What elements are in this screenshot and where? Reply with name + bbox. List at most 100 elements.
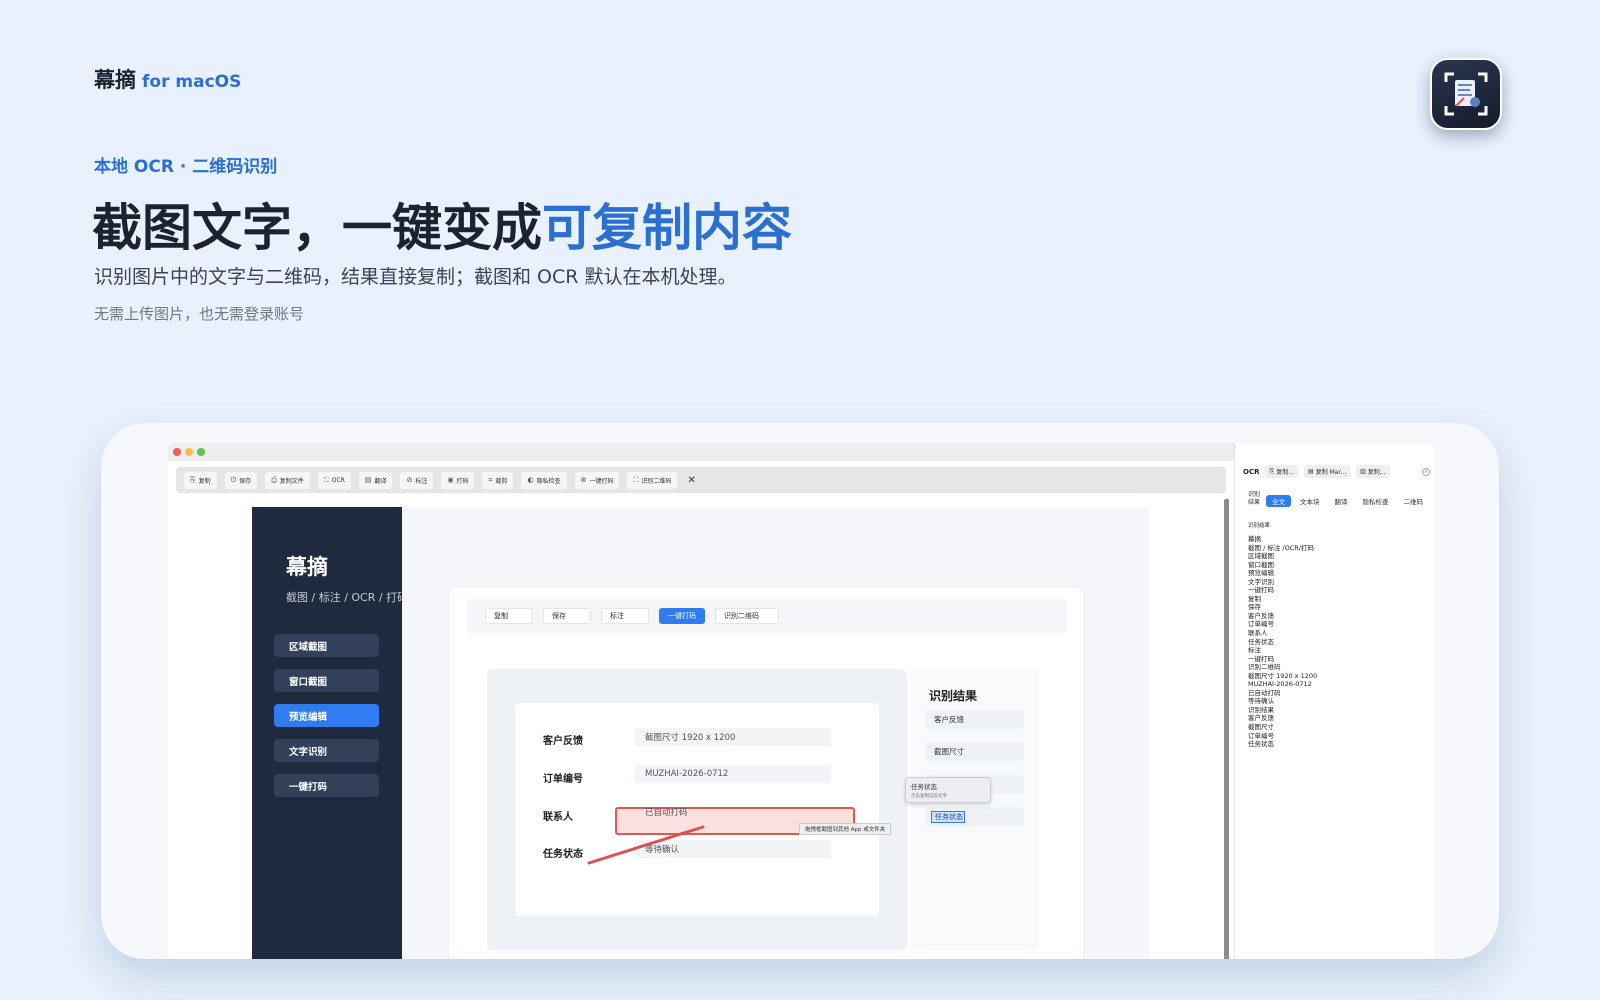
ocr-result-line: 区域截图 <box>1248 552 1274 561</box>
window-titlebar <box>168 443 1234 461</box>
copy-file-icon: ⎙ <box>271 475 277 484</box>
copy-popup[interactable]: 任务状态 点击复制这段文字 <box>905 777 991 803</box>
translate-icon: ▤ <box>364 476 372 484</box>
qrcode-icon: ⛶ <box>633 475 639 484</box>
toolbar-annotate-button[interactable]: ⊘ 标注 <box>400 471 434 489</box>
ocr-tabs-label: 识别结果 <box>1248 491 1261 506</box>
sidebar-item-region-capture[interactable]: 区域截图 <box>274 634 379 657</box>
form-label-contact: 联系人 <box>543 812 573 823</box>
ocr-result-text[interactable]: 幕摘 截图 / 标注 /OCR/打码 区域截图 窗口截图 预览编辑 文字识别 一键打码 复制保… <box>1248 535 1317 749</box>
ocr-result-line: 任务状态 <box>1248 637 1274 646</box>
toolbar-button-label: 复制 <box>198 477 211 485</box>
sidebar-item-auto-mask[interactable]: 一键打码 <box>274 774 379 797</box>
card-save-button[interactable]: 保存 <box>543 608 591 624</box>
ocr-result-line: 截图尺寸 <box>1248 723 1274 732</box>
headline: 截图文字，一键变成可复制内容 <box>92 188 792 260</box>
headline-main: 截图文字，一键变成 <box>92 199 542 257</box>
drag-hint-tooltip: 拖拽框截图到其他 App 或文件夹 <box>799 823 892 835</box>
eye-icon: ◉ <box>447 476 454 484</box>
canvas-scrollbar[interactable] <box>1224 499 1229 959</box>
ocr-result-line: 窗口截图 <box>1248 560 1274 569</box>
privacy-icon: ◐ <box>527 476 534 484</box>
table-icon: ▥ <box>1360 468 1366 475</box>
close-icon[interactable]: ✕ <box>687 475 695 486</box>
popup-title: 任务状态 <box>911 783 937 791</box>
toolbar-button-label: 翻译 <box>374 477 387 485</box>
ocr-result-line: 等待确认 <box>1248 697 1274 706</box>
ocr-panel-label: OCR <box>1243 467 1260 476</box>
subline: 识别图片中的文字与二维码，结果直接复制；截图和 OCR 默认在本机处理。 <box>94 266 737 288</box>
ocr-button-label: 复制 Mar... <box>1315 469 1347 476</box>
ocr-copy-markdown-button[interactable]: ▤ 复制 Mar... <box>1304 465 1351 478</box>
result-field-1[interactable]: 客户反馈 <box>926 710 1024 729</box>
toolbar-crop-button[interactable]: ⌗ 裁剪 <box>482 471 514 489</box>
result-field-2[interactable]: 截图尺寸 <box>926 742 1024 761</box>
toolbar-copy-button[interactable]: ⎘ 复制 <box>184 471 217 489</box>
preview-sidebar: 幕摘 截图 / 标注 / OCR / 打码 区域截图 窗口截图 预览编辑 文字识… <box>252 507 402 959</box>
sidebar-item-window-capture[interactable]: 窗口截图 <box>274 669 379 692</box>
ocr-panel: OCR ⎘ 复制... ▤ 复制 Mar... ▥ 复制... × 识别结果 全文 文… <box>1234 443 1434 959</box>
tab-translate[interactable]: 翻译 <box>1329 495 1354 507</box>
ocr-copy-button[interactable]: ⎘ 复制... <box>1265 465 1299 478</box>
close-icon[interactable]: × <box>1422 468 1430 476</box>
card-qrcode-button[interactable]: 识别二维码 <box>715 608 779 624</box>
toolbar-button-label: 复制文件 <box>279 477 304 485</box>
brand: 幕摘 for macOS <box>94 64 241 94</box>
card-copy-button[interactable]: 复制 <box>485 608 533 624</box>
ocr-result-line: 客户反馈 <box>1248 714 1274 723</box>
toolbar-button-label: 一键打码 <box>589 477 614 485</box>
sidebar-item-preview-edit[interactable]: 预览编辑 <box>274 704 379 727</box>
toolbar-button-label: 识别二维码 <box>641 477 672 485</box>
toolbar-ocr-button[interactable]: ⛶ OCR <box>317 471 351 489</box>
copy-icon: ⎘ <box>1269 467 1275 475</box>
ocr-result-line: 一键打码 <box>1248 654 1274 663</box>
ocr-result-line: 联系人 <box>1248 629 1268 638</box>
markdown-icon: ▤ <box>1308 468 1314 475</box>
preview-card: 复制 保存 标注 一键打码 识别二维码 客户反馈 截图尺寸 1920 x 120… <box>449 587 1084 959</box>
card-annotate-button[interactable]: 标注 <box>601 608 649 624</box>
mosaic-icon: ⊗ <box>580 476 587 484</box>
tab-privacy-check[interactable]: 隐私检查 <box>1357 495 1395 507</box>
tab-qrcode[interactable]: 二维码 <box>1398 495 1430 507</box>
toolbar-qrcode-button[interactable]: ⛶ 识别二维码 <box>627 471 678 489</box>
result-panel-title: 识别结果 <box>929 689 978 703</box>
ocr-button-label: 复制... <box>1367 469 1386 476</box>
annotate-icon: ⊘ <box>406 476 413 484</box>
form-area: 客户反馈 截图尺寸 1920 x 1200 订单编号 MUZHAI-2026-0… <box>487 669 907 950</box>
popup-subtitle: 点击复制这段文字 <box>911 794 947 799</box>
tab-text-blocks[interactable]: 文本块 <box>1294 495 1326 507</box>
toolbar-mask-button[interactable]: ◉ 打码 <box>441 471 475 489</box>
minimize-window-button[interactable] <box>185 448 193 456</box>
toolbar-button-label: 打码 <box>456 477 469 485</box>
ocr-result-line: 标注 <box>1248 646 1261 655</box>
brand-suffix: for macOS <box>142 72 242 92</box>
scan-document-icon <box>1444 72 1488 116</box>
toolbar-copy-file-button[interactable]: ⎙ 复制文件 <box>265 471 310 489</box>
ocr-result-line: 保存 <box>1248 603 1261 612</box>
toolbar-save-button[interactable]: ⏻ 保存 <box>224 471 258 489</box>
ocr-result-line: 预览编辑 <box>1248 569 1274 578</box>
crop-icon: ⌗ <box>488 475 493 484</box>
tab-fulltext[interactable]: 全文 <box>1266 495 1291 507</box>
close-window-button[interactable] <box>173 448 181 456</box>
ocr-result-line: MUZHAI-2026-0712 <box>1248 680 1312 689</box>
toolbar-auto-mask-button[interactable]: ⊗ 一键打码 <box>574 471 620 489</box>
ocr-copy-table-button[interactable]: ▥ 复制... <box>1356 465 1390 478</box>
ocr-button-label: 复制... <box>1276 469 1295 476</box>
app-icon <box>1430 58 1502 130</box>
ocr-result-line: 订单编号 <box>1248 620 1274 629</box>
save-icon: ⏻ <box>230 475 237 484</box>
form-field-contact: 已自动打码 <box>645 808 688 818</box>
card-auto-mask-button[interactable]: 一键打码 <box>659 608 705 624</box>
copy-icon: ⎘ <box>190 475 196 484</box>
sidebar-item-text-recognition[interactable]: 文字识别 <box>274 739 379 762</box>
ocr-tabs: 全文 文本块 翻译 隐私检查 二维码 <box>1266 495 1429 507</box>
toolbar-button-label: 标注 <box>415 477 428 485</box>
selected-text-chip[interactable]: 任务状态 <box>931 811 965 823</box>
ocr-result-line: 一键打码 <box>1248 586 1274 595</box>
toolbar-translate-button[interactable]: ▤ 翻译 <box>358 471 393 489</box>
toolbar-privacy-check-button[interactable]: ◐ 隐私检查 <box>521 471 567 489</box>
zoom-window-button[interactable] <box>197 448 205 456</box>
form-label-status: 任务状态 <box>543 849 583 860</box>
ocr-result-line: 任务状态 <box>1248 740 1274 749</box>
